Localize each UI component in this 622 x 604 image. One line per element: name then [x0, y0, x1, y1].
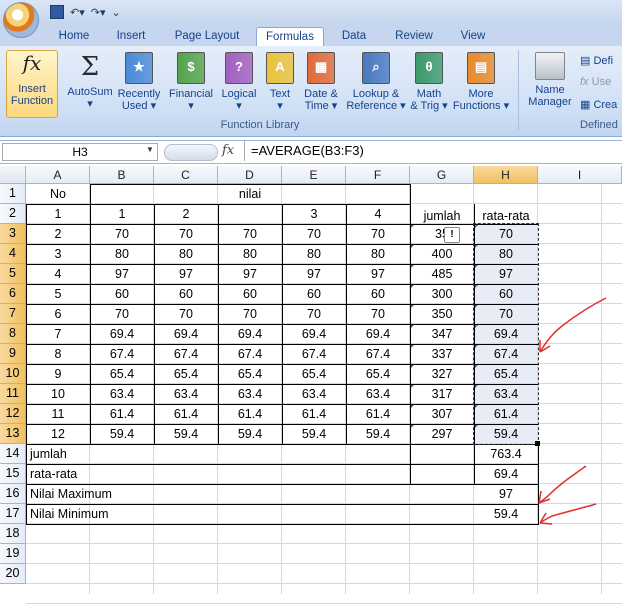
office-button[interactable]	[3, 2, 39, 38]
red-arrow-annotation	[538, 465, 587, 504]
annotation-arrows	[538, 297, 607, 525]
red-arrow-annotation	[539, 503, 597, 525]
red-arrow-annotation	[539, 297, 607, 353]
